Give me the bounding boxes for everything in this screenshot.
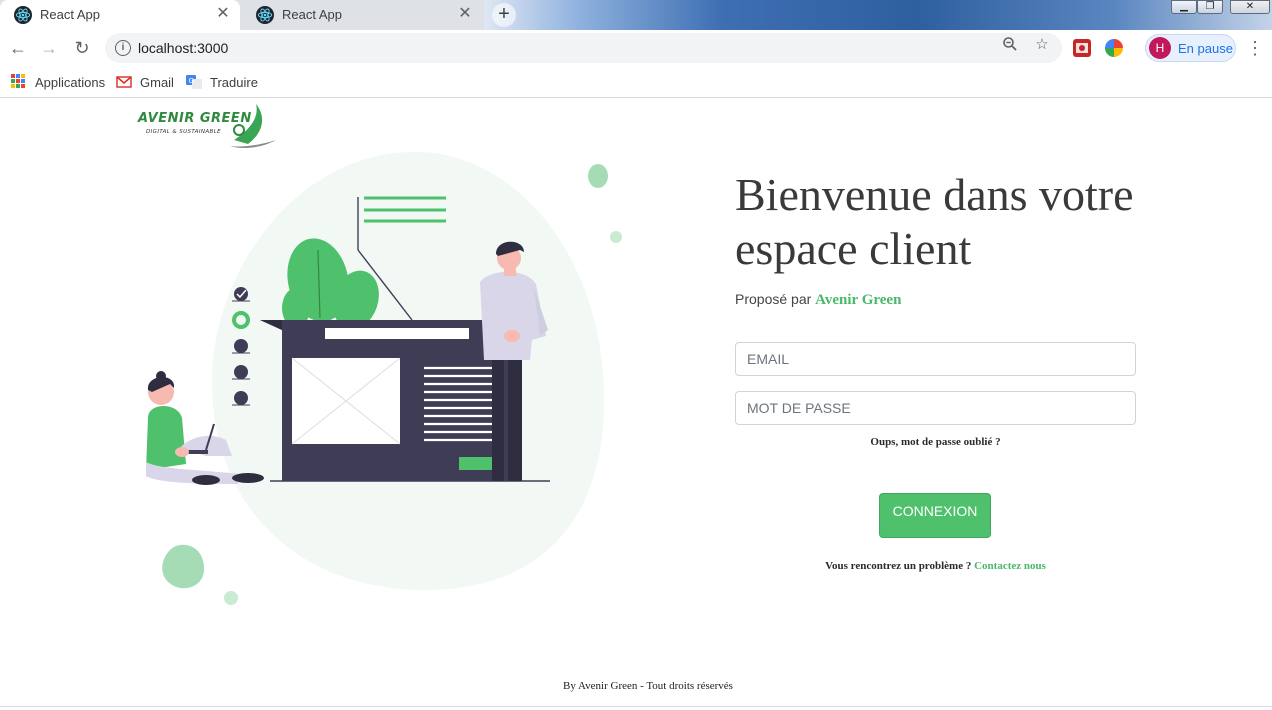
page-title: Bienvenue dans votre espace client (735, 169, 1134, 274)
react-icon (256, 6, 274, 24)
minimize-window-button[interactable]: ▁ (1171, 0, 1197, 14)
site-info-icon[interactable]: i (115, 40, 131, 56)
bookmarks-bar: Applications Gmail G Traduire (0, 66, 1272, 98)
logo-tagline: DIGITAL & SUSTAINABLE (146, 129, 222, 135)
forgot-password-link[interactable]: Oups, mot de passe oublié ? (735, 436, 1136, 448)
browser-toolbar: ← → ↻ i localhost:3000 ☆ H En pause ⋮ (0, 30, 1272, 66)
tab-react-app-2[interactable]: React App ✕ (242, 0, 482, 30)
svg-text:G: G (189, 77, 194, 85)
login-illustration (146, 151, 622, 605)
tab-title: React App (40, 7, 100, 22)
tab-title: React App (282, 7, 342, 22)
login-button[interactable]: CONNEXION (879, 493, 991, 538)
new-tab-button[interactable]: + (492, 3, 516, 27)
bookmark-label: Gmail (140, 74, 174, 90)
extension-icon[interactable] (1073, 39, 1091, 57)
check-dot (234, 365, 248, 379)
email-field[interactable] (735, 342, 1136, 376)
react-icon (14, 6, 32, 24)
close-window-button[interactable]: ✕ (1230, 0, 1270, 14)
window-titlebar-background (484, 0, 1272, 30)
password-field[interactable] (735, 391, 1136, 425)
address-bar[interactable]: i localhost:3000 (105, 33, 1062, 63)
close-icon[interactable]: ✕ (214, 5, 232, 23)
avatar: H (1149, 37, 1171, 59)
profile-status-label: En pause (1178, 41, 1233, 56)
translate-icon: G (186, 74, 202, 90)
check-dot (234, 339, 248, 353)
zoom-icon[interactable] (1001, 36, 1019, 54)
url-text[interactable]: localhost:3000 (138, 40, 228, 56)
bookmark-gmail[interactable]: Gmail (116, 73, 174, 91)
subtitle-prefix: Proposé par (735, 291, 812, 307)
bookmark-label: Applications (35, 74, 106, 90)
reload-icon[interactable]: ↻ (70, 36, 94, 60)
decor-dot (610, 231, 622, 243)
tab-react-app-1[interactable]: React App ✕ (0, 0, 240, 30)
color-extension-icon[interactable] (1105, 39, 1123, 57)
check-dot (234, 391, 248, 405)
apps-grid-icon (11, 74, 27, 90)
contact-link[interactable]: Contactez nous (974, 560, 1046, 572)
board-header-bar (325, 328, 469, 339)
page-bottom-divider (0, 706, 1272, 707)
decor-blob (162, 544, 205, 589)
bookmark-traduire[interactable]: G Traduire (186, 73, 258, 91)
help-question: Vous rencontrez un problème ? (825, 560, 972, 572)
footer-text: By Avenir Green - Tout droits réservés (563, 680, 733, 692)
bookmark-applications[interactable]: Applications (11, 73, 105, 91)
decor-blob (588, 164, 608, 188)
page-subtitle: Proposé par Avenir Green (735, 291, 901, 309)
star-bookmark-icon[interactable]: ☆ (1033, 36, 1051, 54)
back-arrow-icon[interactable]: ← (6, 36, 30, 60)
profile-button[interactable]: H En pause (1145, 34, 1236, 62)
restore-window-button[interactable]: ❐ (1197, 0, 1223, 14)
close-icon[interactable]: ✕ (456, 5, 474, 23)
menu-kebab-icon[interactable]: ⋮ (1246, 36, 1264, 60)
gmail-icon (116, 74, 132, 90)
brand-name: Avenir Green (815, 292, 902, 308)
bookmark-label: Traduire (210, 74, 258, 90)
decor-dot (224, 591, 238, 605)
tab-strip: React App ✕ React App ✕ + ▁ ❐ ✕ (0, 0, 1272, 30)
forward-arrow-icon[interactable]: → (37, 36, 61, 60)
check-dot (234, 287, 248, 301)
help-text: Vous rencontrez un problème ? Contactez … (735, 560, 1136, 572)
